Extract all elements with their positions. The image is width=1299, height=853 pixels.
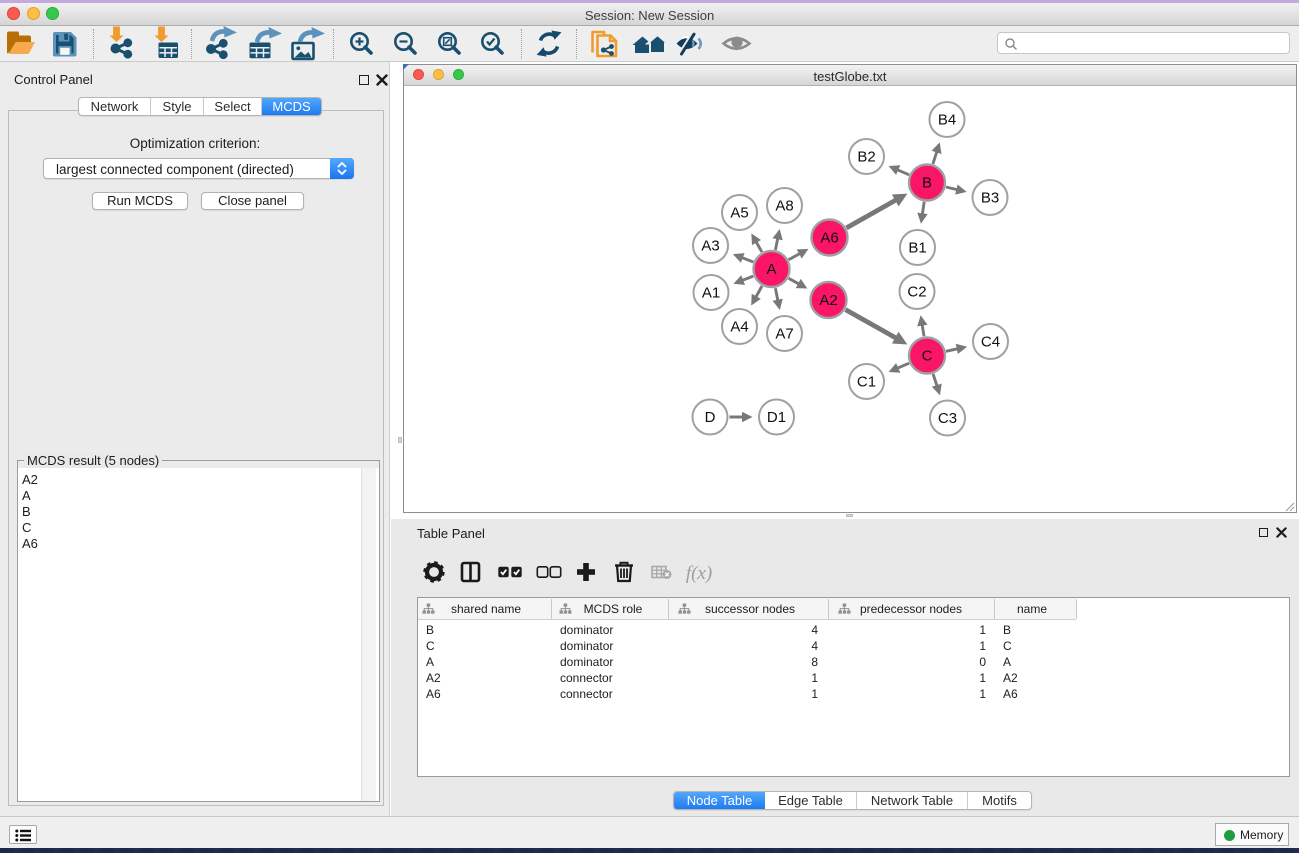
svg-text:B3: B3: [981, 190, 999, 207]
svg-text:D1: D1: [767, 409, 786, 426]
svg-text:A8: A8: [775, 198, 793, 215]
svg-text:A1: A1: [702, 285, 720, 302]
svg-text:B1: B1: [908, 240, 926, 257]
svg-text:B: B: [922, 175, 932, 192]
svg-text:C3: C3: [938, 410, 957, 427]
svg-text:f(x): f(x): [686, 563, 712, 584]
svg-text:A2: A2: [819, 292, 837, 309]
svg-text:C: C: [922, 348, 933, 365]
svg-text:D: D: [705, 409, 716, 426]
svg-text:A4: A4: [730, 319, 748, 336]
svg-text:A: A: [766, 261, 776, 278]
svg-text:B2: B2: [857, 149, 875, 166]
svg-text:A5: A5: [730, 205, 748, 222]
svg-text:C2: C2: [907, 284, 926, 301]
svg-text:B4: B4: [938, 112, 956, 129]
svg-text:C1: C1: [857, 374, 876, 391]
svg-text:A7: A7: [775, 326, 793, 343]
svg-text:A3: A3: [701, 238, 719, 255]
svg-text:A6: A6: [820, 230, 838, 247]
svg-text:C4: C4: [981, 334, 1000, 351]
